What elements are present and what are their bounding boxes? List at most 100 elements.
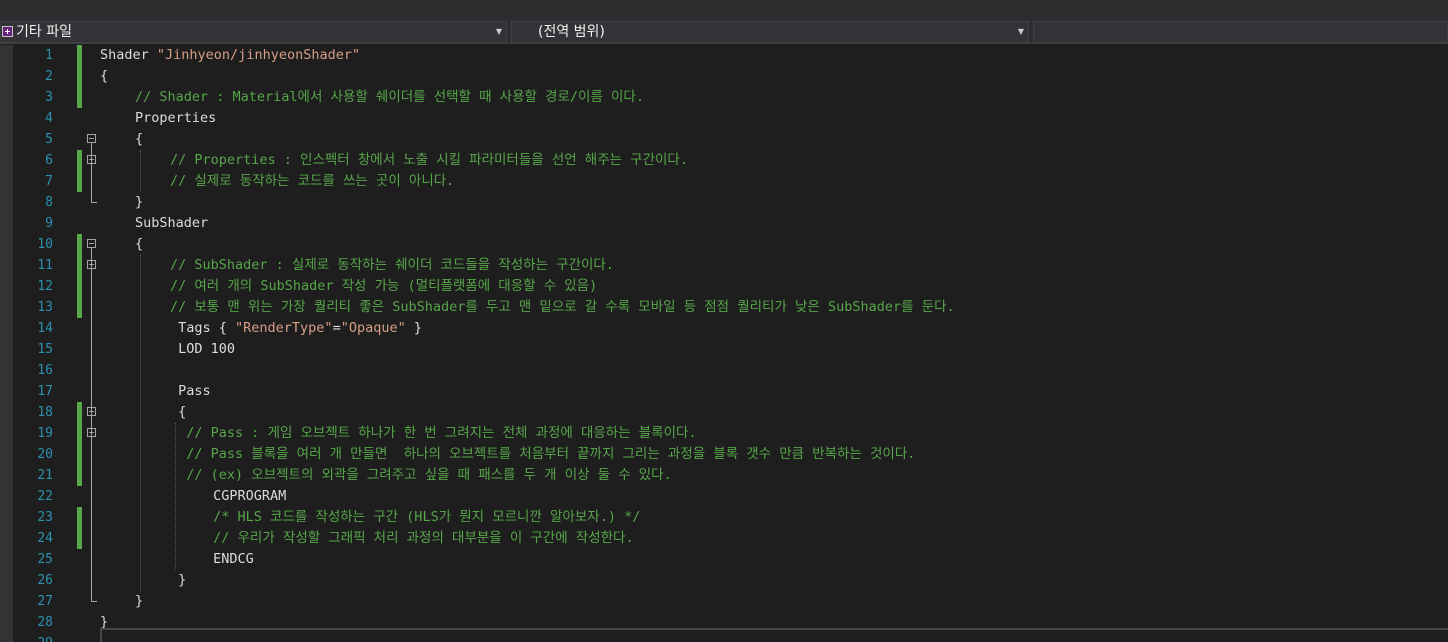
code-text: // 실제로 동작하는 코드를 쓰는 곳이 아니다.: [170, 171, 454, 192]
code-line[interactable]: 11 // SubShader : 실제로 동작하는 쉐이더 코드들을 작성하는 …: [0, 255, 1448, 276]
code-line[interactable]: 6 // Properties : 인스펙터 창에서 노출 시킬 파라미터들을 선…: [0, 150, 1448, 171]
code-text: ENDCG: [205, 549, 254, 570]
code-token: ENDCG: [205, 551, 254, 567]
collapse-icon[interactable]: [87, 134, 96, 143]
change-marker: [77, 45, 82, 66]
code-line[interactable]: 17 Pass: [0, 381, 1448, 402]
string-token: "Opaque": [340, 320, 406, 336]
outline-end: [91, 601, 97, 602]
code-token: }: [405, 320, 423, 336]
line-number: 22: [37, 489, 53, 504]
navigation-bar: 기타 파일 ▼ (전역 범위) ▼: [0, 20, 1448, 44]
line-number: 6: [45, 153, 53, 168]
code-line[interactable]: 7 // 실제로 동작하는 코드를 쓰는 곳이 아니다.: [0, 171, 1448, 192]
line-number: 23: [37, 510, 53, 525]
change-marker: [77, 297, 82, 318]
code-text: {: [100, 66, 108, 87]
code-line[interactable]: 5{: [0, 129, 1448, 150]
code-token: {: [100, 68, 109, 84]
code-line[interactable]: 2{: [0, 66, 1448, 87]
code-text: {: [170, 402, 186, 423]
code-text: LOD 100: [170, 339, 235, 360]
code-line[interactable]: 9 SubShader: [0, 213, 1448, 234]
line-number: 28: [37, 615, 53, 630]
code-line[interactable]: 13 // 보통 맨 위는 가장 퀄리티 좋은 SubShader를 두고 맨 밑…: [0, 297, 1448, 318]
code-token: SubShader: [135, 215, 209, 231]
code-line[interactable]: 3 // Shader : Material에서 사용할 쉐이더를 선택할 때 사…: [0, 87, 1448, 108]
code-line[interactable]: 26 }: [0, 570, 1448, 591]
string-token: "Jinhyeon/jinhyeonShader": [156, 47, 361, 63]
code-line[interactable]: 22 CGPROGRAM: [0, 486, 1448, 507]
code-text: Properties: [135, 108, 216, 129]
code-editor[interactable]: 1 Shader "Jinhyeon/jinhyeonShader" 2{3// S…: [0, 45, 1448, 642]
code-token: Tags {: [170, 320, 236, 336]
change-marker: [77, 423, 82, 444]
code-line[interactable]: 20 // Pass 블록을 여러 개 만들면 하나의 오브젝트를 처음부터 끝…: [0, 444, 1448, 465]
change-marker: [77, 444, 82, 465]
indent-guide: [140, 150, 141, 192]
member-dropdown[interactable]: [1033, 21, 1448, 43]
change-marker: [77, 276, 82, 297]
project-label: 기타 파일: [16, 24, 72, 40]
comment-token: // Pass 블록을 여러 개 만들면 하나의 오브젝트를 처음부터 끝까지 …: [170, 446, 916, 462]
code-line[interactable]: 4 Properties: [0, 108, 1448, 129]
line-number: 17: [37, 384, 53, 399]
change-marker: [77, 234, 82, 255]
scope-dropdown[interactable]: (전역 범위) ▼: [511, 21, 1029, 43]
indent-guide: [175, 423, 176, 570]
code-line[interactable]: 23 /* HLS 코드를 작성하는 구간 (HLS가 뭔지 모르니깐 알아보자…: [0, 507, 1448, 528]
outline-line: [91, 143, 92, 202]
comment-token: // 여러 개의 SubShader 작성 가능 (멀티플랫폼에 대응할 수 있…: [170, 278, 598, 294]
code-line[interactable]: 24 // 우리가 작성할 그래픽 처리 과정의 대부분을 이 구간에 작성한다…: [0, 528, 1448, 549]
code-text: Shader "Jinhyeon/jinhyeonShader": [100, 45, 360, 66]
line-number: 24: [37, 531, 53, 546]
change-marker: [77, 507, 82, 528]
code-line[interactable]: 12 // 여러 개의 SubShader 작성 가능 (멀티플랫폼에 대응할 수…: [0, 276, 1448, 297]
code-token: LOD 100: [170, 341, 236, 357]
project-dropdown[interactable]: 기타 파일 ▼: [0, 21, 507, 43]
code-line[interactable]: 18 {: [0, 402, 1448, 423]
code-line[interactable]: 1 Shader "Jinhyeon/jinhyeonShader": [0, 45, 1448, 66]
line-number: 3: [45, 90, 53, 105]
change-marker: [77, 255, 82, 276]
code-line[interactable]: 27}: [0, 591, 1448, 612]
line-number: 19: [37, 426, 53, 441]
code-line[interactable]: 14 Tags { "RenderType"="Opaque" }: [0, 318, 1448, 339]
code-text: {: [135, 129, 143, 150]
line-number: 9: [45, 216, 53, 231]
code-token: Properties: [135, 110, 217, 126]
line-number: 14: [37, 321, 53, 336]
change-marker: [77, 528, 82, 549]
code-text: // (ex) 오브젝트의 외곽을 그려주고 싶을 때 패스를 두 개 이상 둘…: [170, 465, 671, 486]
comment-token: // 실제로 동작하는 코드를 쓰는 곳이 아니다.: [170, 173, 455, 189]
comment-token: /* HLS 코드를 작성하는 구간 (HLS가 뭔지 모르니깐 알아보자.) …: [205, 509, 641, 525]
code-line[interactable]: 16: [0, 360, 1448, 381]
change-marker: [77, 171, 82, 192]
line-number: 16: [37, 363, 53, 378]
code-token: }: [135, 593, 144, 609]
code-line[interactable]: 19 // Pass : 게임 오브젝트 하나가 한 번 그려지는 전체 과정에…: [0, 423, 1448, 444]
change-marker: [77, 87, 82, 108]
line-number: 8: [45, 195, 53, 210]
project-icon: [2, 26, 13, 37]
code-line[interactable]: 8}: [0, 192, 1448, 213]
code-text: /* HLS 코드를 작성하는 구간 (HLS가 뭔지 모르니깐 알아보자.) …: [205, 507, 640, 528]
code-token: {: [170, 404, 187, 420]
code-line[interactable]: 15 LOD 100: [0, 339, 1448, 360]
comment-token: // Properties : 인스펙터 창에서 노출 시킬 파라미터들을 선언…: [170, 152, 688, 168]
collapse-icon[interactable]: [87, 239, 96, 248]
line-number: 20: [37, 447, 53, 462]
line-number: 2: [45, 69, 53, 84]
code-text: // Pass 블록을 여러 개 만들면 하나의 오브젝트를 처음부터 끝까지 …: [170, 444, 915, 465]
code-text: // Properties : 인스펙터 창에서 노출 시킬 파라미터들을 선언…: [170, 150, 688, 171]
code-line[interactable]: 10 {: [0, 234, 1448, 255]
line-number: 15: [37, 342, 53, 357]
line-number: 12: [37, 279, 53, 294]
comment-token: // Shader : Material에서 사용할 쉐이더를 선택할 때 사용…: [135, 89, 644, 105]
code-text: // Shader : Material에서 사용할 쉐이더를 선택할 때 사용…: [135, 87, 644, 108]
code-text: }: [135, 192, 143, 213]
code-line[interactable]: 25 ENDCG: [0, 549, 1448, 570]
chevron-down-icon: ▼: [495, 27, 502, 36]
code-line[interactable]: 21 // (ex) 오브젝트의 외곽을 그려주고 싶을 때 패스를 두 개 이…: [0, 465, 1448, 486]
line-number: 27: [37, 594, 53, 609]
